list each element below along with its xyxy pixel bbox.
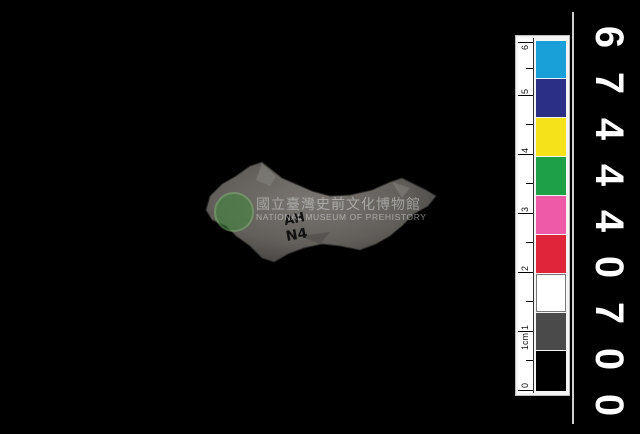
catalog-digit-1: 0 [587,393,631,417]
swatch-green [536,157,566,195]
watermark-org-zh: 國立臺灣史前文化博物館 [256,197,421,213]
cm-ruler: 0 1cm 1 2 3 4 5 6 [518,38,534,393]
swatch-yellow [536,118,566,156]
ruler-number-0: 0 [520,382,530,388]
color-scale-card: 0 1cm 1 2 3 4 5 6 [515,35,570,396]
ruler-number-3: 3 [520,206,530,212]
swatch-black [536,351,566,391]
ruler-number-5: 5 [520,88,530,94]
swatch-blue [536,79,566,117]
swatch-magenta [536,196,566,234]
watermark-org-en: NATIONAL MUSEUM OF PREHISTORY [256,212,427,222]
swatch-cyan [536,41,566,78]
catalog-number-strip: 6 7 4 4 4 0 7 0 0 [572,12,640,424]
museum-watermark: 國立臺灣史前文化博物館 NATIONAL MUSEUM OF PREHISTOR… [214,192,434,232]
ruler-number-4: 4 [520,147,530,153]
swatch-white [536,274,566,312]
swatch-gray [536,313,566,350]
museum-logo-icon [214,192,254,232]
ruler-number-1: 1 [520,324,530,330]
swatch-red [536,235,566,273]
ruler-unit-label: 1cm [520,332,530,350]
photo-stage: AH N4 國立臺灣史前文化博物館 NATIONAL MUSEUM OF PRE… [0,0,640,424]
ruler-number-6: 6 [520,44,530,50]
ruler-number-2: 2 [520,265,530,271]
